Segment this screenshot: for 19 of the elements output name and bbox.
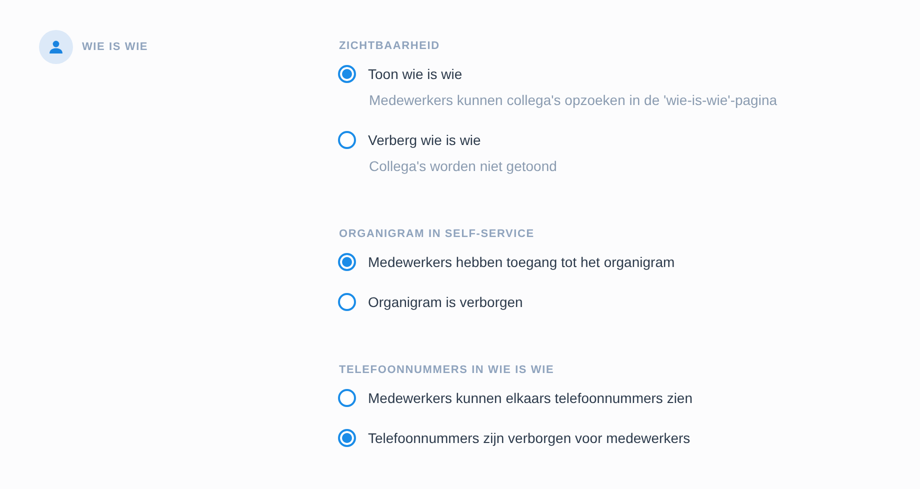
option-label[interactable]: Toon wie is wie [368, 64, 462, 84]
section-heading: ZICHTBAARHEID [339, 39, 441, 53]
radio-button[interactable] [338, 389, 356, 407]
option-label[interactable]: Organigram is verborgen [368, 292, 523, 312]
option-label[interactable]: Medewerkers hebben toegang tot het organigram [368, 252, 675, 272]
radio-button[interactable] [338, 293, 356, 311]
section-heading: ORGANIGRAM IN SELF-SERVICE [339, 227, 536, 241]
option-label[interactable]: Verberg wie is wie [368, 130, 481, 150]
option-label[interactable]: Telefoonnummers zijn verborgen voor medewerkers [368, 428, 690, 448]
section-heading: TELEFOONNUMMERS IN WIE IS WIE [339, 363, 556, 377]
option-label[interactable]: Medewerkers kunnen elkaars telefoonnummers zien [368, 388, 692, 408]
radio-button[interactable] [338, 131, 356, 149]
person-icon [49, 40, 63, 54]
option-description: Medewerkers kunnen collega's opzoeken in de 'wie-is-wie'-pagina [369, 91, 778, 110]
category-label: WIE IS WIE [82, 40, 148, 54]
option-description: Collega's worden niet getoond [369, 157, 558, 176]
radio-button[interactable] [338, 429, 356, 447]
radio-button[interactable] [338, 65, 356, 83]
radio-button[interactable] [338, 253, 356, 271]
